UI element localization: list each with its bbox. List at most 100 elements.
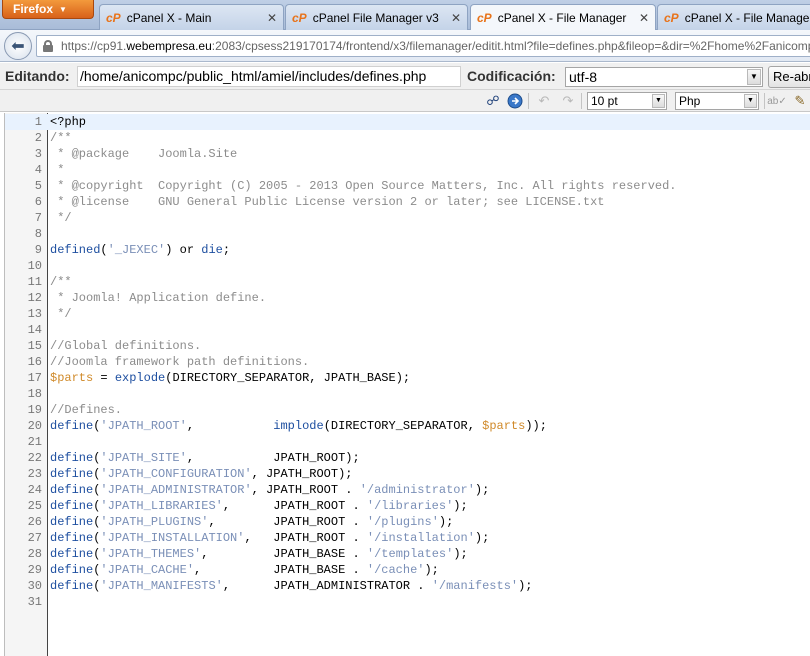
- code-line[interactable]: 6 * @license GNU General Public License …: [5, 194, 810, 210]
- firefox-menu-button[interactable]: Firefox ▼: [2, 0, 94, 19]
- line-number: 16: [27, 355, 42, 369]
- code-line[interactable]: 7 */: [5, 210, 810, 226]
- code-line[interactable]: 28 define('JPATH_THEMES', JPATH_BASE . '/…: [5, 546, 810, 562]
- code-line[interactable]: 9 defined('_JEXEC') or die;: [5, 242, 810, 258]
- code-line[interactable]: 12 * Joomla! Application define.: [5, 290, 810, 306]
- code-token: * Joomla! Application define.: [50, 291, 267, 305]
- tab-label: cPanel X - File Manager: [684, 10, 810, 25]
- code-text: /**: [50, 274, 72, 290]
- redo-icon[interactable]: ↷: [559, 92, 577, 110]
- code-line[interactable]: 10: [5, 258, 810, 274]
- code-token: , JPATH_ROOT .: [251, 483, 360, 497]
- code-line[interactable]: 2 /**: [5, 130, 810, 146]
- goto-line-icon[interactable]: [506, 92, 524, 110]
- close-icon[interactable]: ✕: [639, 11, 649, 25]
- code-line[interactable]: 3 * @package Joomla.Site: [5, 146, 810, 162]
- line-number: 31: [27, 595, 42, 609]
- code-token: );: [474, 483, 490, 497]
- code-line[interactable]: 27 define('JPATH_INSTALLATION', JPATH_ROO…: [5, 530, 810, 546]
- code-line[interactable]: 14: [5, 322, 810, 338]
- cpanel-icon: cP: [106, 10, 121, 25]
- chevron-down-icon: ▼: [744, 94, 757, 108]
- line-number: 10: [27, 259, 42, 273]
- code-line[interactable]: 31: [5, 594, 810, 610]
- code-token: (DIRECTORY_SEPARATOR, JPATH_BASE);: [165, 371, 411, 385]
- close-icon[interactable]: ✕: [267, 11, 277, 25]
- tab-file-manager-v3[interactable]: cP cPanel File Manager v3 ✕: [285, 4, 468, 30]
- code-token: (: [100, 243, 108, 257]
- code-token: * @package Joomla.Site: [50, 147, 238, 161]
- code-token: ;: [222, 243, 231, 257]
- code-text: define('JPATH_CACHE', JPATH_BASE . '/cac…: [50, 562, 439, 578]
- code-line[interactable]: 25 define('JPATH_LIBRARIES', JPATH_ROOT .…: [5, 498, 810, 514]
- code-token: define: [50, 483, 94, 497]
- tab-file-manager-active[interactable]: cP cPanel X - File Manager ✕: [470, 4, 656, 31]
- code-token: ,: [186, 419, 274, 433]
- toolbar-separator: [528, 93, 529, 109]
- code-token: , JPATH_BASE .: [201, 547, 367, 561]
- code-line[interactable]: 4 *: [5, 162, 810, 178]
- code-token: '/templates': [366, 547, 454, 561]
- code-line[interactable]: 1 <?php: [5, 114, 810, 130]
- url-prefix: https://cp91.: [61, 39, 127, 53]
- code-text: $parts = explode(DIRECTORY_SEPARATOR, JP…: [50, 370, 410, 386]
- undo-icon[interactable]: ↶: [535, 92, 553, 110]
- line-number: 3: [34, 147, 42, 161]
- code-token: ): [165, 243, 180, 257]
- code-line[interactable]: 5 * @copyright Copyright (C) 2005 - 2013…: [5, 178, 810, 194]
- code-token: 'JPATH_ADMINISTRATOR': [100, 483, 252, 497]
- spellcheck-icon[interactable]: ab✓: [767, 92, 787, 110]
- file-path-field[interactable]: /home/anicompc/public_html/amiel/include…: [77, 66, 461, 87]
- code-token: 'JPATH_LIBRARIES': [100, 499, 223, 513]
- search-icon[interactable]: ☍: [484, 92, 502, 110]
- code-line[interactable]: 30 define('JPATH_MANIFESTS', JPATH_ADMINI…: [5, 578, 810, 594]
- code-line[interactable]: 26 define('JPATH_PLUGINS', JPATH_ROOT . '…: [5, 514, 810, 530]
- code-line[interactable]: 16 //Joomla framework path definitions.: [5, 354, 810, 370]
- code-token: */: [50, 211, 72, 225]
- code-text: define('JPATH_LIBRARIES', JPATH_ROOT . '…: [50, 498, 468, 514]
- code-token: , JPATH_BASE .: [194, 563, 367, 577]
- font-size-select[interactable]: 10 pt ▼: [587, 92, 667, 110]
- code-token: defined: [50, 243, 101, 257]
- close-icon[interactable]: ✕: [451, 11, 461, 25]
- code-token: or: [179, 243, 195, 257]
- code-line[interactable]: 29 define('JPATH_CACHE', JPATH_BASE . '/c…: [5, 562, 810, 578]
- code-line[interactable]: 11 /**: [5, 274, 810, 290]
- code-line[interactable]: 19 //Defines.: [5, 402, 810, 418]
- code-token: * @copyright Copyright (C) 2005 - 2013 O…: [50, 179, 677, 193]
- code-token: ));: [525, 419, 547, 433]
- code-line[interactable]: 8: [5, 226, 810, 242]
- syntax-select[interactable]: Php ▼: [675, 92, 759, 110]
- highlight-icon[interactable]: ✎: [791, 92, 809, 110]
- code-line[interactable]: 24 define('JPATH_ADMINISTRATOR', JPATH_RO…: [5, 482, 810, 498]
- line-number: 1: [34, 115, 42, 129]
- code-line[interactable]: 23 define('JPATH_CONFIGURATION', JPATH_RO…: [5, 466, 810, 482]
- code-line[interactable]: 21: [5, 434, 810, 450]
- code-line[interactable]: 15 //Global definitions.: [5, 338, 810, 354]
- code-line[interactable]: 18: [5, 386, 810, 402]
- encoding-select[interactable]: utf-8 ▼: [565, 67, 763, 87]
- toolbar-separator: [581, 93, 582, 109]
- code-token: , JPATH_ROOT .: [222, 499, 367, 513]
- code-token: <?php: [50, 115, 87, 129]
- code-text: /**: [50, 130, 72, 146]
- code-text: define('JPATH_MANIFESTS', JPATH_ADMINIST…: [50, 578, 533, 594]
- code-line[interactable]: 22 define('JPATH_SITE', JPATH_ROOT);: [5, 450, 810, 466]
- line-number: 24: [27, 483, 42, 497]
- code-line[interactable]: 20 define('JPATH_ROOT', implode(DIRECTORY…: [5, 418, 810, 434]
- firefox-menu-label: Firefox: [13, 2, 54, 16]
- code-editor[interactable]: 1 <?php 2/** 3 * @package Joomla.Site 4 * 5 *…: [4, 113, 810, 656]
- code-line[interactable]: 17 $parts = explode(DIRECTORY_SEPARATOR, …: [5, 370, 810, 386]
- url-bar[interactable]: https://cp91. webempresa.eu:2083/cpsess21…: [36, 35, 810, 57]
- code-text: *: [50, 162, 64, 178]
- code-text: defined('_JEXEC') or die;: [50, 242, 230, 258]
- code-line[interactable]: 13 */: [5, 306, 810, 322]
- line-number: 9: [34, 243, 42, 257]
- back-arrow-icon[interactable]: ⬅: [4, 32, 32, 60]
- reopen-button[interactable]: Re-abrir: [768, 66, 810, 88]
- code-token: );: [424, 563, 439, 577]
- tab-cpanel-main[interactable]: cP cPanel X - Main ✕: [99, 4, 284, 30]
- line-number: 30: [27, 579, 42, 593]
- code-text: define('JPATH_ADMINISTRATOR', JPATH_ROOT…: [50, 482, 489, 498]
- tab-file-manager[interactable]: cP cPanel X - File Manager: [657, 4, 810, 30]
